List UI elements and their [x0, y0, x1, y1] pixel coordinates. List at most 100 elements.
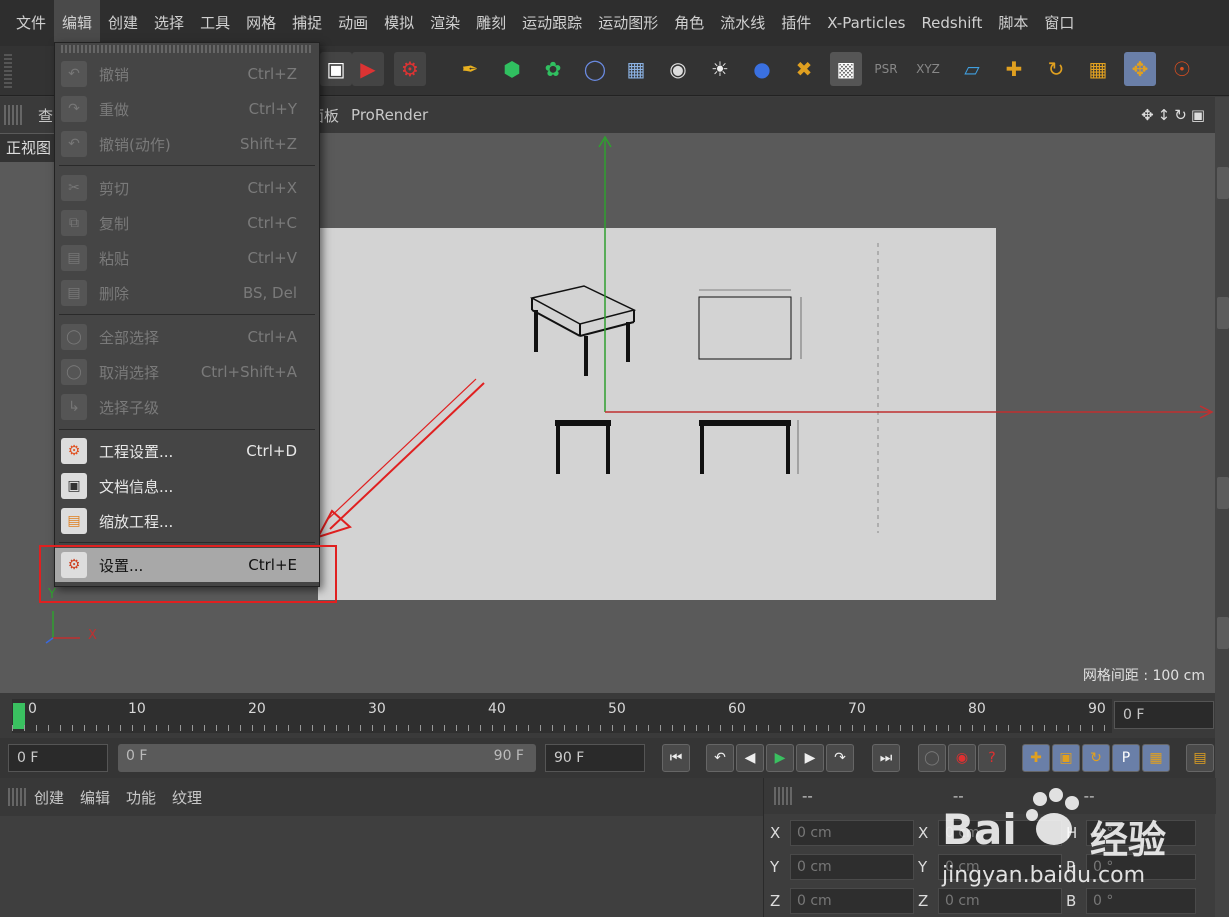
subdivision-icon[interactable]: ⬢: [496, 52, 528, 86]
timeline-ruler[interactable]: 0 10 20 30 40 50 60 70 80 90: [12, 699, 1112, 733]
position-y-field[interactable]: 0 cm: [790, 854, 914, 880]
menu-plugins[interactable]: 插件: [773, 0, 819, 46]
menu-render[interactable]: 渲染: [422, 0, 468, 46]
panel-grip-icon[interactable]: [8, 788, 26, 806]
menu-mesh[interactable]: 网格: [238, 0, 284, 46]
camera-icon[interactable]: ◉: [662, 52, 694, 86]
key-rotation-icon[interactable]: ↻: [1082, 744, 1110, 772]
annotation-highlight-box: [39, 545, 337, 603]
end-frame-field[interactable]: 90 F: [545, 744, 645, 772]
menu-item-select-children[interactable]: ↳ 选择子级: [55, 390, 319, 424]
viewport-menu-prorender[interactable]: ProRender: [345, 106, 434, 124]
menu-simulate[interactable]: 模拟: [376, 0, 422, 46]
move-tool-icon[interactable]: ✥: [1124, 52, 1156, 86]
toolbar-grip[interactable]: [4, 54, 12, 88]
previous-frame-icon[interactable]: ◀: [736, 744, 764, 772]
key-pla-icon[interactable]: ▦: [1142, 744, 1170, 772]
menu-separator: [59, 429, 315, 430]
position-x-field[interactable]: 0 cm: [790, 820, 914, 846]
pen-icon[interactable]: ✒: [454, 52, 486, 86]
menu-mograph[interactable]: 运动图形: [590, 0, 666, 46]
menu-item-document-info[interactable]: ▣ 文档信息...: [55, 469, 319, 503]
previous-key-icon[interactable]: ↶: [706, 744, 734, 772]
menu-item-paste[interactable]: ▤ 粘贴 Ctrl+V: [55, 241, 319, 275]
menu-item-undo[interactable]: ↶ 撤销 Ctrl+Z: [55, 57, 319, 91]
go-to-start-icon[interactable]: ⏮: [662, 744, 690, 772]
xyz-lock-icon[interactable]: XYZ: [912, 52, 944, 86]
menu-item-project-settings[interactable]: ⚙ 工程设置... Ctrl+D: [55, 434, 319, 468]
material-menu-function[interactable]: 功能: [118, 787, 164, 808]
go-to-end-icon[interactable]: ⏭: [872, 744, 900, 772]
menu-create[interactable]: 创建: [100, 0, 146, 46]
menu-snap[interactable]: 捕捉: [284, 0, 330, 46]
floor-icon[interactable]: ▦: [620, 52, 652, 86]
auto-key-icon[interactable]: ?: [978, 744, 1006, 772]
side-tab[interactable]: [1217, 617, 1229, 649]
menu-window[interactable]: 窗口: [1036, 0, 1082, 46]
tearoff-grip[interactable]: [61, 45, 313, 53]
cloner-icon[interactable]: ✿: [537, 52, 569, 86]
render-active-view-icon[interactable]: ▶: [352, 52, 384, 86]
tick-marks: [12, 725, 1112, 731]
panel-grip-icon[interactable]: [774, 787, 792, 805]
range-slider[interactable]: 0 F 90 F: [118, 744, 536, 772]
move-axis-icon[interactable]: ✚: [998, 52, 1030, 86]
menu-file[interactable]: 文件: [8, 0, 54, 46]
material-menu-texture[interactable]: 纹理: [164, 787, 210, 808]
redo-icon: ↷: [61, 96, 87, 122]
psr-icon[interactable]: PSR: [870, 52, 902, 86]
key-position-icon[interactable]: ✚: [1022, 744, 1050, 772]
next-frame-icon[interactable]: ▶: [796, 744, 824, 772]
record-disabled-icon[interactable]: ◯: [918, 744, 946, 772]
material-menu-edit[interactable]: 编辑: [72, 787, 118, 808]
side-tab[interactable]: [1217, 477, 1229, 509]
menu-script[interactable]: 脚本: [990, 0, 1036, 46]
record-icon[interactable]: ◉: [948, 744, 976, 772]
scale-icon[interactable]: ▦: [1082, 52, 1114, 86]
play-icon[interactable]: ▶: [766, 744, 794, 772]
side-tab[interactable]: [1217, 297, 1229, 329]
timeline-window-icon[interactable]: ▤: [1186, 744, 1214, 772]
menu-item-delete[interactable]: ▤ 删除 BS, Del: [55, 276, 319, 310]
menu-sculpt[interactable]: 雕刻: [468, 0, 514, 46]
tick-label: 60: [728, 701, 746, 717]
menu-motion-tracking[interactable]: 运动跟踪: [514, 0, 590, 46]
menu-edit[interactable]: 编辑: [54, 0, 101, 46]
side-tab[interactable]: [1217, 167, 1229, 199]
menu-xparticles[interactable]: X-Particles: [819, 0, 913, 46]
clapper-icon[interactable]: ▣: [320, 52, 352, 86]
menu-item-copy[interactable]: ⧉ 复制 Ctrl+C: [55, 206, 319, 240]
scale-project-icon: ▤: [61, 508, 87, 534]
menu-item-undo-action[interactable]: ↶ 撤销(动作) Shift+Z: [55, 127, 319, 161]
menu-item-redo[interactable]: ↷ 重做 Ctrl+Y: [55, 92, 319, 126]
key-scale-icon[interactable]: ▣: [1052, 744, 1080, 772]
rotate-icon[interactable]: ↻: [1040, 52, 1072, 86]
xpresso-icon[interactable]: ✖: [788, 52, 820, 86]
deformer-icon[interactable]: ◯: [579, 52, 611, 86]
material-menu-create[interactable]: 创建: [26, 787, 72, 808]
material-icon[interactable]: ●: [746, 52, 778, 86]
render-settings-icon[interactable]: ⚙: [394, 52, 426, 86]
menu-tools[interactable]: 工具: [192, 0, 238, 46]
cube-icon[interactable]: ▱: [956, 52, 988, 86]
menu-item-scale-project[interactable]: ▤ 缩放工程...: [55, 504, 319, 538]
menu-redshift[interactable]: Redshift: [913, 0, 990, 46]
next-key-icon[interactable]: ↷: [826, 744, 854, 772]
key-parameter-icon[interactable]: P: [1112, 744, 1140, 772]
menu-character[interactable]: 角色: [666, 0, 712, 46]
menu-select[interactable]: 选择: [146, 0, 192, 46]
position-z-field[interactable]: 0 cm: [790, 888, 914, 914]
menu-item-select-all[interactable]: ◯ 全部选择 Ctrl+A: [55, 320, 319, 354]
select-tool-icon[interactable]: ☉: [1166, 52, 1198, 86]
picture-viewer-icon[interactable]: ▩: [830, 52, 862, 86]
menu-item-cut[interactable]: ✂ 剪切 Ctrl+X: [55, 171, 319, 205]
menu-animate[interactable]: 动画: [330, 0, 376, 46]
light-icon[interactable]: ☀: [704, 52, 736, 86]
menu-item-deselect[interactable]: ◯ 取消选择 Ctrl+Shift+A: [55, 355, 319, 389]
current-frame-field[interactable]: 0 F: [1114, 701, 1214, 729]
viewport-navigation-icons[interactable]: ✥↕↻▣: [1141, 106, 1209, 124]
panel-grip-icon[interactable]: [4, 105, 24, 125]
menu-pipeline[interactable]: 流水线: [712, 0, 773, 46]
menu-separator: [59, 542, 315, 543]
start-frame-field[interactable]: 0 F: [8, 744, 108, 772]
